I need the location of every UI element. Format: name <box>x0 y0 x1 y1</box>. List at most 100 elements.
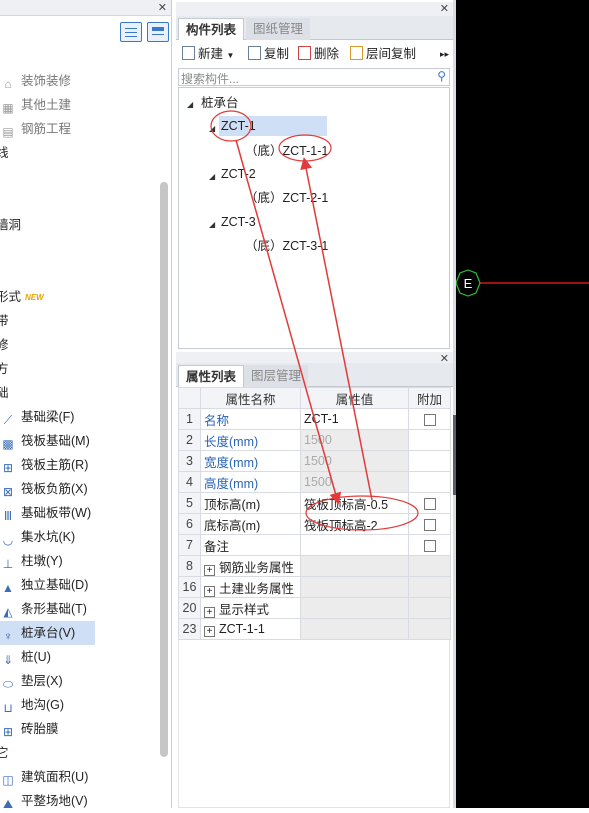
tree-node-zct-3[interactable]: ZCT-3 <box>221 212 256 232</box>
nav-item-strip-footing[interactable]: ◭ 条形基础(T) <box>0 597 87 621</box>
nav-item-raft-neg-rebar[interactable]: ⊠ 筏板负筋(X) <box>0 477 88 501</box>
tree-leaf-zct-1-1[interactable]: （底）ZCT-1-1 <box>245 141 328 161</box>
drawing-canvas[interactable]: E <box>456 0 589 808</box>
rebar-icon: ▤ <box>2 125 14 139</box>
tab-layer-management[interactable]: 图层管理 <box>244 365 309 387</box>
nav-item-building-area[interactable]: ◫ 建筑面积(U) <box>0 765 88 789</box>
collapse-triangle-icon[interactable]: ◢ <box>209 172 215 181</box>
nav-item-rebar[interactable]: ▤ 钢筋工程 <box>0 117 71 141</box>
nav-item-brick-mold[interactable]: ⊞ 砖胎膜 <box>0 717 59 741</box>
trench-icon: ⊔ <box>3 701 13 715</box>
delete-button[interactable]: 删除 <box>298 45 339 63</box>
slab-strip-icon: Ⅲ <box>3 509 13 523</box>
tab-component-list[interactable]: 构件列表 <box>178 18 245 40</box>
nav-item-trench[interactable]: ⊔ 地沟(G) <box>0 693 64 717</box>
collapse-triangle-icon[interactable]: ◢ <box>187 100 193 109</box>
site-icon: ⛰ <box>2 797 14 811</box>
table-row[interactable]: 2 长度(mm) 1500 <box>178 429 451 451</box>
toolbar-more-icon[interactable]: ▸▸ <box>440 45 449 63</box>
strip-footing-icon: ◭ <box>3 605 13 619</box>
header-extra: 附加 <box>408 387 451 409</box>
table-row[interactable]: 3 宽度(mm) 1500 <box>178 450 451 472</box>
tree-leaf-zct-3-1[interactable]: （底）ZCT-3-1 <box>245 236 328 256</box>
table-row[interactable]: 8 + 钢筋业务属性 <box>178 555 451 577</box>
nav-item-square[interactable]: 方 <box>0 357 9 381</box>
value-cell[interactable]: 1500 <box>300 471 409 493</box>
extra-checkbox[interactable] <box>423 413 436 426</box>
value-cell[interactable]: 1500 <box>300 450 409 472</box>
nav-item-slab-strip[interactable]: Ⅲ 基础板带(W) <box>0 501 91 525</box>
header-value: 属性值 <box>300 387 409 409</box>
nav-item-cushion[interactable]: ⬭ 垫层(X) <box>0 669 63 693</box>
nav-item-repair[interactable]: 修 <box>0 333 9 357</box>
property-tabstrip: 属性列表 图层管理 <box>176 363 453 387</box>
nav-item-raft-main-rebar[interactable]: ⊞ 筏板主筋(R) <box>0 453 88 477</box>
nav-item-other-civil[interactable]: ▦ 其他土建 <box>0 93 71 117</box>
nav-item-pile-cap[interactable]: ♆ 桩承台(V) <box>0 621 95 645</box>
close-icon[interactable]: ✕ <box>158 1 167 14</box>
tree-node-zct-1[interactable]: ZCT-1 <box>219 116 327 136</box>
nav-item-site-leveling[interactable]: ⛰ 平整场地(V) <box>0 789 88 813</box>
value-cell[interactable]: 筏板顶标高-2 <box>300 513 409 535</box>
list-view-icon[interactable] <box>120 22 142 42</box>
tree-leaf-zct-2-1[interactable]: （底）ZCT-2-1 <box>245 188 328 208</box>
table-row[interactable]: 7 备注 <box>178 534 451 556</box>
expand-plus-icon[interactable]: + <box>204 625 215 637</box>
search-input[interactable]: 搜索构件... ⚲ <box>178 68 450 86</box>
nav-item-decoration[interactable]: ⌂ 装饰装修 <box>0 69 71 93</box>
left-view-toggle-row <box>0 16 171 46</box>
nav-item-form[interactable]: 形式 NEW <box>0 285 44 309</box>
expand-plus-icon[interactable]: + <box>204 564 215 576</box>
extra-checkbox[interactable] <box>423 518 436 531</box>
component-panel-titlebar: ✕ <box>176 2 453 16</box>
value-cell[interactable] <box>300 534 409 556</box>
nav-item-wall-hole[interactable]: 墙洞 <box>0 213 21 237</box>
table-row[interactable]: 6 底标高(m) 筏板顶标高-2 <box>178 513 451 535</box>
sump-icon: ◡ <box>2 533 14 547</box>
copy-button[interactable]: 复制 <box>248 45 289 63</box>
floor-copy-button[interactable]: 层间复制 <box>350 45 416 63</box>
nav-item-sump[interactable]: ◡ 集水坑(K) <box>0 525 75 549</box>
table-row[interactable]: 1 名称 ZCT-1 <box>178 408 451 430</box>
table-row[interactable]: 20 + 显示样式 <box>178 597 451 619</box>
beam-icon: ⟋ <box>3 413 13 427</box>
table-row[interactable]: 23 + ZCT-1-1 <box>178 618 451 640</box>
component-panel: ✕ 构件列表 图纸管理 新建 ▼ 复制 删除 层间复制 ▸▸ 搜索构件... ⚲… <box>176 0 453 808</box>
tree-root[interactable]: 桩承台 <box>201 93 239 113</box>
nav-item-isolated-footing[interactable]: ▲ 独立基础(D) <box>0 573 88 597</box>
value-cell[interactable]: 筏板顶标高-0.5 <box>300 492 409 514</box>
nav-item-line[interactable]: 线 <box>0 141 9 165</box>
nav-item-pile[interactable]: ⇓ 桩(U) <box>0 645 51 669</box>
extra-checkbox[interactable] <box>423 497 436 510</box>
extra-checkbox[interactable] <box>423 539 436 552</box>
nav-item-foundation-beam[interactable]: ⟋ 基础梁(F) <box>0 405 75 429</box>
nav-group-other[interactable]: 它 <box>0 741 9 765</box>
collapse-triangle-icon[interactable]: ◢ <box>209 220 215 229</box>
card-view-icon[interactable] <box>147 22 169 42</box>
table-row[interactable]: 16 + 土建业务属性 <box>178 576 451 598</box>
nav-item-raft[interactable]: ▩ 筏板基础(M) <box>0 429 89 453</box>
pier-icon: ⊥ <box>2 557 14 571</box>
main-rebar-icon: ⊞ <box>2 461 14 475</box>
left-scrollbar[interactable] <box>160 182 168 757</box>
canvas-svg: E <box>456 269 589 297</box>
expand-plus-icon[interactable]: + <box>204 585 215 597</box>
table-row[interactable]: 4 高度(mm) 1500 <box>178 471 451 493</box>
search-icon[interactable]: ⚲ <box>437 69 446 83</box>
tab-property-list[interactable]: 属性列表 <box>178 365 245 387</box>
brick-icon: ⊞ <box>2 725 14 739</box>
value-cell[interactable]: 1500 <box>300 429 409 451</box>
nav-item-band[interactable]: 带 <box>0 309 9 333</box>
close-icon[interactable]: ✕ <box>440 2 449 15</box>
tree-node-zct-2[interactable]: ZCT-2 <box>221 164 256 184</box>
collapse-triangle-icon[interactable]: ◢ <box>209 124 215 133</box>
table-row[interactable]: 5 顶标高(m) 筏板顶标高-0.5 <box>178 492 451 514</box>
component-toolbar: 新建 ▼ 复制 删除 层间复制 ▸▸ <box>176 40 453 68</box>
tab-drawing-management[interactable]: 图纸管理 <box>246 18 311 40</box>
header-index <box>178 387 201 409</box>
expand-plus-icon[interactable]: + <box>204 606 215 618</box>
nav-group-foundation[interactable]: 础 <box>0 381 9 405</box>
value-cell[interactable]: ZCT-1 <box>300 408 409 430</box>
new-button[interactable]: 新建 ▼ <box>182 45 234 63</box>
nav-item-pier[interactable]: ⊥ 柱墩(Y) <box>0 549 63 573</box>
